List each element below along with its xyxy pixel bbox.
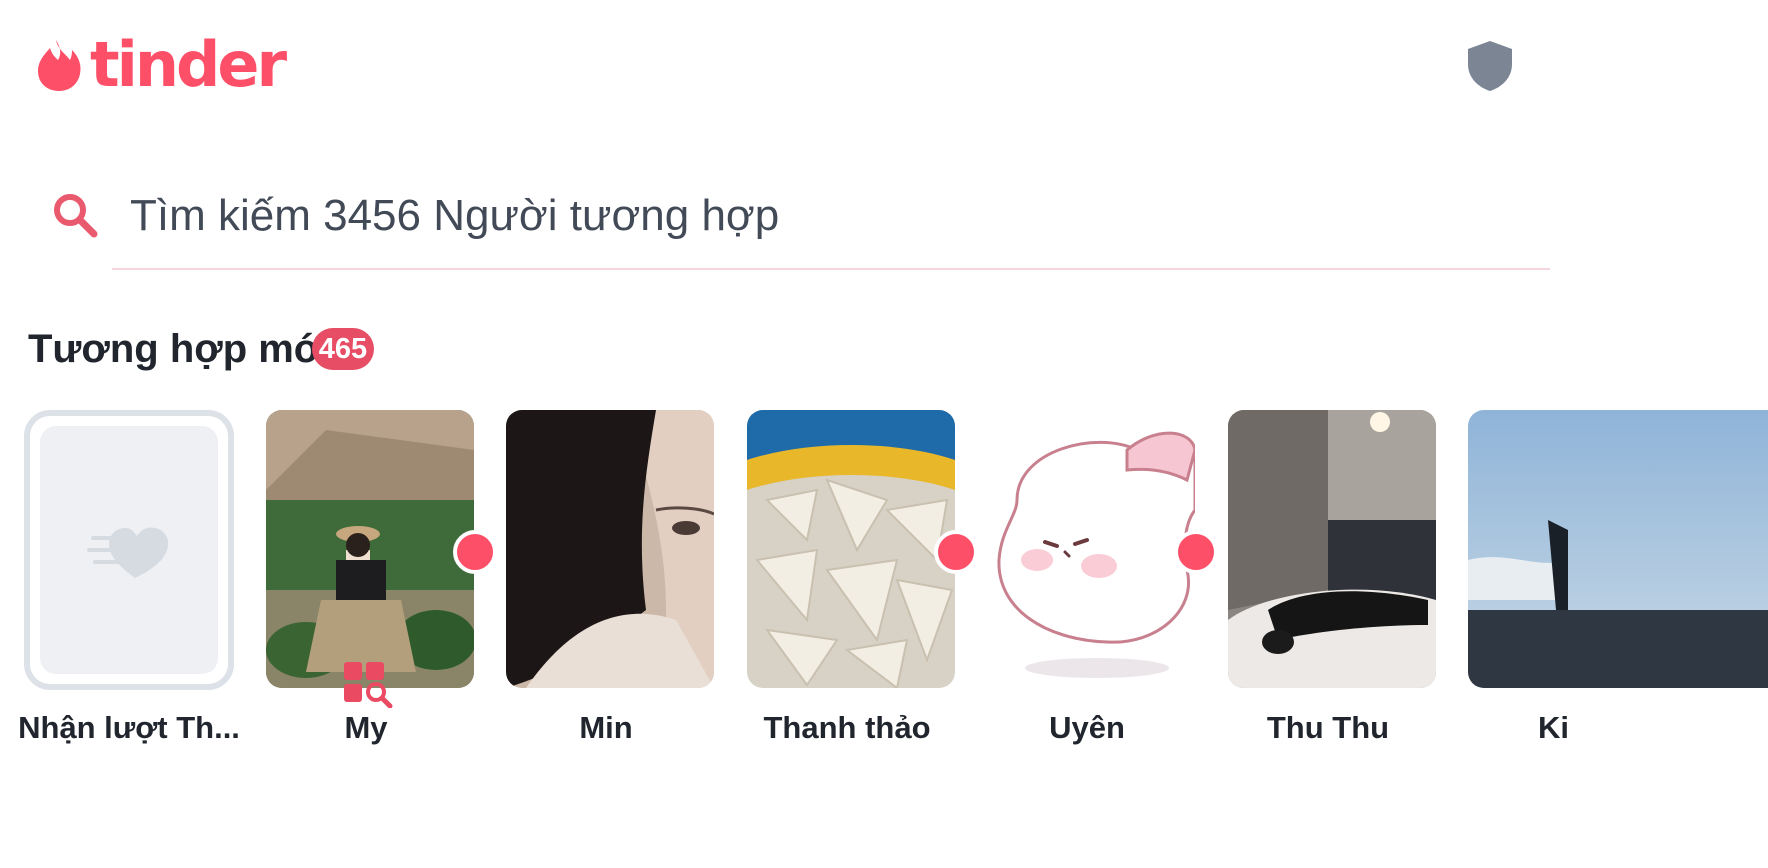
unread-dot-my	[453, 530, 497, 574]
match-photo-ki	[1468, 410, 1768, 688]
match-photo-thu-thu	[1228, 410, 1436, 688]
search-underline	[112, 268, 1550, 270]
likes-card[interactable]	[24, 410, 234, 690]
match-name-thu-thu: Thu Thu	[1266, 710, 1390, 745]
match-card-min[interactable]	[506, 410, 714, 688]
match-card-ki[interactable]	[1468, 410, 1768, 688]
likes-heart-icon	[87, 527, 169, 578]
match-card-thanh-thao[interactable]	[747, 410, 955, 688]
match-card-thu-thu[interactable]	[1228, 410, 1436, 688]
match-name-thanh-thao: Thanh thảo	[763, 710, 931, 745]
tinder-logo[interactable]: tinder	[36, 28, 287, 101]
new-matches-count-badge: 465	[312, 328, 374, 370]
match-name-min: Min	[579, 710, 633, 745]
unread-dot-uyen	[1174, 530, 1218, 574]
match-photo-uyen	[987, 410, 1195, 688]
match-photo-min	[506, 410, 714, 688]
unread-dot-thanh-thao	[934, 530, 978, 574]
match-name-likes: Nhận lượt Th...	[18, 710, 240, 745]
match-photo-thanh-thao	[747, 410, 955, 688]
search-icon	[54, 194, 98, 238]
match-photo-my	[266, 410, 474, 688]
new-matches-title: Tương hợp mới	[28, 327, 334, 371]
search-input[interactable]: Tìm kiếm 3456 Người tương hợp	[130, 186, 779, 246]
match-name-ki: Ki	[1538, 710, 1569, 745]
match-name-my: My	[344, 710, 388, 745]
shield-icon[interactable]	[1462, 38, 1518, 94]
explore-icon	[344, 662, 393, 708]
logo-text: tinder	[90, 28, 287, 101]
match-card-uyen[interactable]	[987, 410, 1195, 688]
match-name-uyen: Uyên	[1049, 710, 1125, 745]
likes-card-inner	[40, 426, 218, 674]
match-card-my[interactable]	[266, 410, 474, 688]
flame-logo-icon	[38, 40, 81, 91]
